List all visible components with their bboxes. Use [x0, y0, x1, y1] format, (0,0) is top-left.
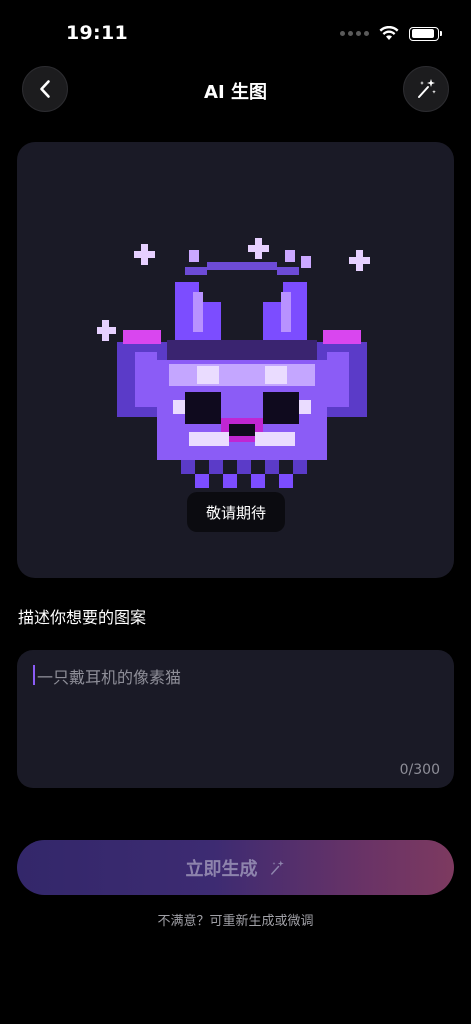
regenerate-hint: 不满意？可重新生成或微调 — [157, 914, 314, 929]
cellular-signal-icon — [340, 31, 369, 36]
prompt-section-label: 描述你想要的图案 — [18, 608, 147, 627]
generate-button[interactable]: 立即生成 — [17, 840, 454, 895]
coming-soon-badge: 敬请期待 — [187, 492, 285, 532]
pixel-cat-illustration — [97, 238, 370, 488]
magic-wand-icon — [270, 860, 284, 875]
battery-icon — [409, 26, 442, 41]
status-bar: 19:11 — [0, 0, 471, 60]
prompt-input[interactable]: 一只戴耳机的像素猫 0/300 — [17, 650, 454, 788]
magic-wand-button[interactable] — [403, 66, 449, 112]
magic-wand-icon — [418, 79, 436, 98]
preview-card: 敬请期待 — [17, 142, 454, 578]
char-count: 0/300 — [399, 762, 440, 778]
page-title: AI 生图 — [204, 82, 267, 103]
text-caret — [33, 665, 35, 685]
prompt-placeholder: 一只戴耳机的像素猫 — [37, 668, 182, 687]
status-icons — [340, 26, 442, 41]
wifi-icon — [379, 26, 399, 40]
generate-button-label: 立即生成 — [185, 858, 258, 880]
battery-level — [411, 29, 434, 38]
status-time: 19:11 — [66, 22, 128, 44]
